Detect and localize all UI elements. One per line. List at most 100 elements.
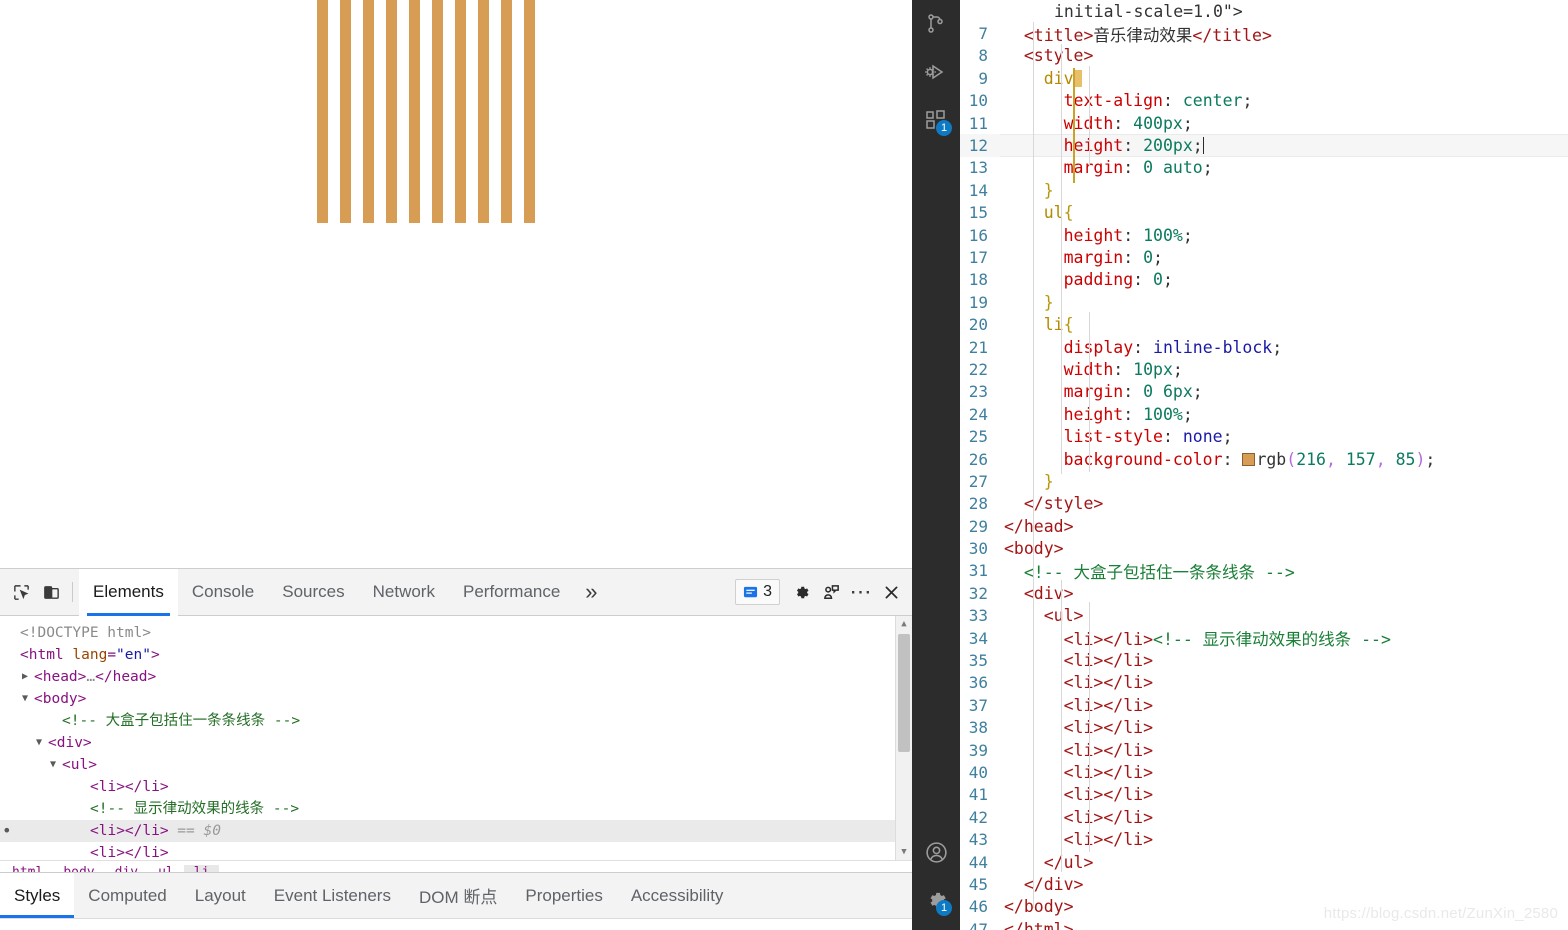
code-line[interactable]: 47 </html> xyxy=(960,918,1568,930)
code-line[interactable]: 44 </ul> xyxy=(960,851,1568,873)
code-line[interactable]: 30 <body> xyxy=(960,537,1568,559)
code-line[interactable]: 38 <li></li> xyxy=(960,717,1568,739)
dom-node[interactable]: ▼ <body> xyxy=(0,688,912,710)
devtools-tab-network[interactable]: Network xyxy=(359,569,449,616)
code-line[interactable]: 26 background-color: rgb(216, 157, 85); xyxy=(960,448,1568,470)
code-line[interactable]: 31 <!-- 大盒子包括住一条条线条 --> xyxy=(960,560,1568,582)
code-line[interactable]: 17 margin: 0; xyxy=(960,246,1568,268)
indent-guide xyxy=(1089,66,1090,166)
code-line[interactable]: 46 </body> xyxy=(960,896,1568,918)
code-line[interactable]: 41 <li></li> xyxy=(960,784,1568,806)
disclosure-triangle[interactable]: ▶ xyxy=(22,666,34,688)
code-text: initial-scale=1.0"> xyxy=(1054,1,1243,21)
code-line[interactable]: 18 padding: 0; xyxy=(960,269,1568,291)
code-line[interactable]: 10 text-align: center; xyxy=(960,90,1568,112)
code-line[interactable]: 11 width: 400px; xyxy=(960,112,1568,134)
sub-tab-layout[interactable]: Layout xyxy=(181,873,260,918)
line-number: 32 xyxy=(968,583,988,603)
disclosure-triangle[interactable]: ▼ xyxy=(50,754,62,776)
scroll-down-arrow[interactable]: ▼ xyxy=(896,844,912,860)
code-line[interactable]: 39 <li></li> xyxy=(960,739,1568,761)
code-line[interactable]: 29 </head> xyxy=(960,515,1568,537)
dom-node[interactable]: <li></li> xyxy=(0,842,912,860)
sub-tab-styles[interactable]: Styles xyxy=(0,873,75,918)
code-line[interactable]: 19 } xyxy=(960,291,1568,313)
line-number: 36 xyxy=(968,673,988,693)
dom-node[interactable]: <!-- 大盒子包括住一条条线条 --> xyxy=(0,710,912,732)
code-line[interactable]: 25 list-style: none; xyxy=(960,425,1568,447)
code-line[interactable]: 43 <li></li> xyxy=(960,828,1568,850)
devtools-tab-sources[interactable]: Sources xyxy=(268,569,358,616)
tab-label: Network xyxy=(372,582,435,601)
code-line[interactable]: 7 <title>音乐律动效果</title> xyxy=(960,22,1568,45)
code-editor[interactable]: initial-scale=1.0"> 7 <title>音乐律动效果</titl… xyxy=(960,0,1568,930)
more-options-icon[interactable]: ⋯ xyxy=(846,577,876,607)
line-number: 7 xyxy=(978,24,988,44)
feedback-icon[interactable] xyxy=(816,577,846,607)
run-and-debug-icon[interactable] xyxy=(912,48,960,96)
dom-node[interactable]: ▼ <ul> xyxy=(0,754,912,776)
inspect-element-icon[interactable] xyxy=(6,577,36,607)
code-line[interactable]: initial-scale=1.0"> xyxy=(960,0,1568,22)
code-line[interactable]: 42 <li></li> xyxy=(960,806,1568,828)
scrollbar-thumb[interactable] xyxy=(898,634,910,752)
dom-node-text: <html lang="en"> xyxy=(20,647,160,663)
code-line[interactable]: 45 </div> xyxy=(960,873,1568,895)
code-line[interactable]: 23 margin: 0 6px; xyxy=(960,381,1568,403)
dom-node[interactable]: ▶ <head>…</head> xyxy=(0,666,912,688)
sub-tab-properties[interactable]: Properties xyxy=(511,873,616,918)
disclosure-triangle[interactable]: ▼ xyxy=(36,732,48,754)
dom-tree-scrollbar[interactable]: ▲ ▼ xyxy=(895,616,912,860)
visualizer-bar xyxy=(386,0,397,223)
code-line[interactable]: 28 </style> xyxy=(960,493,1568,515)
device-toolbar-icon[interactable] xyxy=(36,577,66,607)
code-line[interactable]: 14 } xyxy=(960,179,1568,201)
code-line[interactable]: 36 <li></li> xyxy=(960,672,1568,694)
code-line[interactable]: 8 <style> xyxy=(960,45,1568,67)
code-line[interactable]: 24 height: 100%; xyxy=(960,403,1568,425)
code-line[interactable]: 20 li{ xyxy=(960,313,1568,335)
code-line[interactable]: 37 <li></li> xyxy=(960,694,1568,716)
code-line[interactable]: 13 margin: 0 auto; xyxy=(960,157,1568,179)
manage-settings-icon[interactable]: 1 xyxy=(912,876,960,924)
code-line[interactable]: 34 <li></li><!-- 显示律动效果的线条 --> xyxy=(960,627,1568,650)
line-number: 13 xyxy=(968,158,988,178)
dom-node[interactable]: <!-- 显示律动效果的线条 --> xyxy=(0,798,912,820)
sub-tab-accessibility[interactable]: Accessibility xyxy=(617,873,738,918)
dom-node[interactable]: <!DOCTYPE html> xyxy=(0,622,912,644)
close-devtools-icon[interactable] xyxy=(876,577,906,607)
code-line[interactable]: 40 <li></li> xyxy=(960,761,1568,783)
devtools-tab-elements[interactable]: Elements xyxy=(79,568,178,616)
settings-gear-icon[interactable] xyxy=(786,577,816,607)
dom-node-selected[interactable]: <li></li> == $0 xyxy=(0,820,912,842)
dom-node-text: <div> xyxy=(48,735,92,751)
code-line[interactable]: 12 height: 200px; xyxy=(960,134,1568,158)
issues-badge[interactable]: 3 xyxy=(735,579,780,605)
sub-tab-dom-断点[interactable]: DOM 断点 xyxy=(405,873,511,918)
devtools-tab-performance[interactable]: Performance xyxy=(449,569,574,616)
code-line[interactable]: 15 ul{ xyxy=(960,202,1568,224)
dom-node[interactable]: ▼ <div> xyxy=(0,732,912,754)
dom-node[interactable]: <html lang="en"> xyxy=(0,644,912,666)
code-line[interactable]: 16 height: 100%; xyxy=(960,224,1568,246)
line-number: 14 xyxy=(968,180,988,200)
code-line[interactable]: 27 } xyxy=(960,470,1568,492)
source-control-icon[interactable] xyxy=(912,0,960,48)
code-text: </html> xyxy=(1004,919,1074,930)
sub-tab-event-listeners[interactable]: Event Listeners xyxy=(260,873,405,918)
code-line[interactable]: 32 <div> xyxy=(960,582,1568,604)
code-line[interactable]: 33 <ul> xyxy=(960,605,1568,627)
accounts-icon[interactable] xyxy=(912,828,960,876)
code-line[interactable]: 9 div xyxy=(960,67,1568,89)
code-line[interactable]: 21 display: inline-block; xyxy=(960,336,1568,358)
disclosure-triangle[interactable]: ▼ xyxy=(22,688,34,710)
dom-tree[interactable]: <!DOCTYPE html> <html lang="en"> ▶ <head>…<… xyxy=(0,616,912,860)
dom-node[interactable]: <li></li> xyxy=(0,776,912,798)
more-tabs-icon[interactable]: » xyxy=(574,569,608,616)
scroll-up-arrow[interactable]: ▲ xyxy=(896,616,912,632)
extensions-icon[interactable]: 1 xyxy=(912,96,960,144)
devtools-tab-console[interactable]: Console xyxy=(178,569,268,616)
code-line[interactable]: 35 <li></li> xyxy=(960,649,1568,671)
code-line[interactable]: 22 width: 10px; xyxy=(960,358,1568,380)
sub-tab-computed[interactable]: Computed xyxy=(74,873,180,918)
